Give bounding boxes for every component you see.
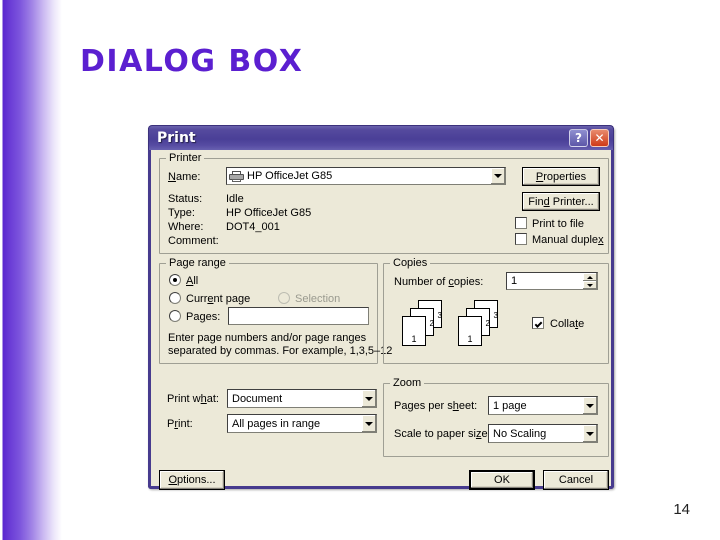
page-range-current-label: Current page bbox=[186, 293, 251, 305]
page-range-group: Page range All Current page Selection Pa… bbox=[159, 257, 392, 364]
collate-page-1: 1 bbox=[402, 316, 426, 346]
number-of-copies-stepper[interactable]: 1 bbox=[506, 272, 598, 290]
properties-button[interactable]: Properties bbox=[522, 167, 600, 186]
print-to-file-checkbox[interactable] bbox=[515, 217, 527, 229]
options-button-label: Options... bbox=[168, 474, 216, 486]
collate-page-1: 1 bbox=[458, 316, 482, 346]
help-icon[interactable]: ? bbox=[569, 129, 588, 147]
ok-button-label: OK bbox=[494, 474, 510, 486]
print-what-value: Document bbox=[232, 392, 283, 405]
print-to-file-label: Print to file bbox=[532, 218, 584, 230]
spinner-arrows-icon[interactable] bbox=[583, 273, 597, 289]
pages-per-sheet-combo[interactable]: 1 page bbox=[488, 396, 598, 415]
page-range-all-radio[interactable] bbox=[169, 274, 181, 286]
properties-button-label: Properties bbox=[535, 170, 587, 183]
chevron-down-icon[interactable] bbox=[582, 397, 597, 414]
page-range-all-label: All bbox=[186, 275, 199, 287]
dialog-titlebar[interactable]: Print ? ✕ bbox=[148, 125, 614, 150]
manual-duplex-label: Manual duplex bbox=[532, 234, 604, 246]
printer-comment-label: Comment: bbox=[168, 235, 219, 247]
chevron-down-icon[interactable] bbox=[361, 415, 376, 432]
number-of-copies-label: Number of copies: bbox=[394, 276, 484, 288]
page-title: DIALOG BOX bbox=[80, 44, 304, 79]
print-what-combo[interactable]: Document bbox=[227, 389, 377, 408]
print-range-combo[interactable]: All pages in range bbox=[227, 414, 377, 433]
print-range-value: All pages in range bbox=[232, 417, 321, 430]
scale-to-paper-size-value: No Scaling bbox=[493, 427, 547, 440]
copies-group-legend: Copies bbox=[390, 257, 431, 269]
titlebar-button-group: ? ✕ bbox=[569, 129, 609, 147]
pages-per-sheet-label: Pages per sheet: bbox=[394, 400, 478, 412]
chevron-down-icon[interactable] bbox=[490, 168, 505, 184]
page-range-pages-radio[interactable] bbox=[169, 310, 181, 322]
pages-input[interactable] bbox=[228, 307, 369, 325]
printer-where-value: DOT4_001 bbox=[226, 221, 280, 233]
printer-type-value: HP OfficeJet G85 bbox=[226, 207, 312, 219]
pages-per-sheet-value: 1 page bbox=[493, 399, 527, 412]
printer-status-label: Status: bbox=[168, 193, 203, 205]
cancel-button-label: Cancel bbox=[558, 474, 594, 486]
copies-group: Copies Number of copies: 1 3 2 1 3 2 1 C… bbox=[383, 257, 609, 364]
find-printer-button-label: Find Printer... bbox=[528, 195, 594, 208]
slide-page-number: 14 bbox=[673, 501, 690, 518]
collate-label: Collate bbox=[550, 318, 585, 330]
collate-checkbox[interactable] bbox=[532, 317, 544, 329]
zoom-group: Zoom Pages per sheet: 1 page Scale to pa… bbox=[383, 377, 609, 457]
chevron-down-icon[interactable] bbox=[361, 390, 376, 407]
printer-type-label: Type: bbox=[168, 207, 195, 219]
printer-name-combo[interactable]: HP OfficeJet G85 bbox=[226, 167, 506, 185]
scale-to-paper-size-label: Scale to paper size: bbox=[394, 428, 491, 440]
page-range-selection-radio[interactable] bbox=[278, 292, 290, 304]
zoom-group-legend: Zoom bbox=[390, 377, 425, 389]
page-range-hint-line-1: Enter page numbers and/or page ranges bbox=[168, 332, 367, 344]
chevron-down-icon[interactable] bbox=[582, 425, 597, 442]
manual-duplex-checkbox[interactable] bbox=[515, 233, 527, 245]
collate-preview-stack-1: 3 2 1 bbox=[402, 300, 450, 348]
page-range-hint-line-2: separated by commas. For example, 1,3,5–… bbox=[168, 345, 393, 357]
print-dialog: Print ? ✕ Printer Name: HP OfficeJet G85… bbox=[148, 125, 614, 490]
ok-button[interactable]: OK bbox=[469, 470, 535, 490]
printer-group-legend: Printer bbox=[166, 152, 205, 164]
print-range-label: Print: bbox=[167, 418, 193, 430]
number-of-copies-value: 1 bbox=[511, 275, 518, 287]
dialog-title: Print bbox=[157, 130, 196, 146]
page-range-group-legend: Page range bbox=[166, 257, 229, 269]
page-range-pages-label: Pages: bbox=[186, 311, 221, 323]
cancel-button[interactable]: Cancel bbox=[543, 470, 609, 490]
slide-accent-bar bbox=[0, 0, 62, 540]
print-what-label: Print what: bbox=[167, 393, 219, 405]
printer-icon bbox=[229, 170, 244, 182]
page-range-current-radio[interactable] bbox=[169, 292, 181, 304]
printer-status-value: Idle bbox=[226, 193, 244, 205]
printer-name-value: HP OfficeJet G85 bbox=[247, 170, 333, 182]
page-range-selection-label: Selection bbox=[295, 293, 341, 305]
dialog-body: Printer Name: HP OfficeJet G85 Status: I… bbox=[151, 150, 611, 490]
scale-to-paper-size-combo[interactable]: No Scaling bbox=[488, 424, 598, 443]
close-icon[interactable]: ✕ bbox=[590, 129, 609, 147]
collate-preview-stack-2: 3 2 1 bbox=[458, 300, 506, 348]
printer-group: Printer Name: HP OfficeJet G85 Status: I… bbox=[159, 152, 609, 254]
printer-name-label: Name: bbox=[168, 171, 201, 183]
options-button[interactable]: Options... bbox=[159, 470, 225, 490]
find-printer-button[interactable]: Find Printer... bbox=[522, 192, 600, 211]
printer-where-label: Where: bbox=[168, 221, 204, 233]
